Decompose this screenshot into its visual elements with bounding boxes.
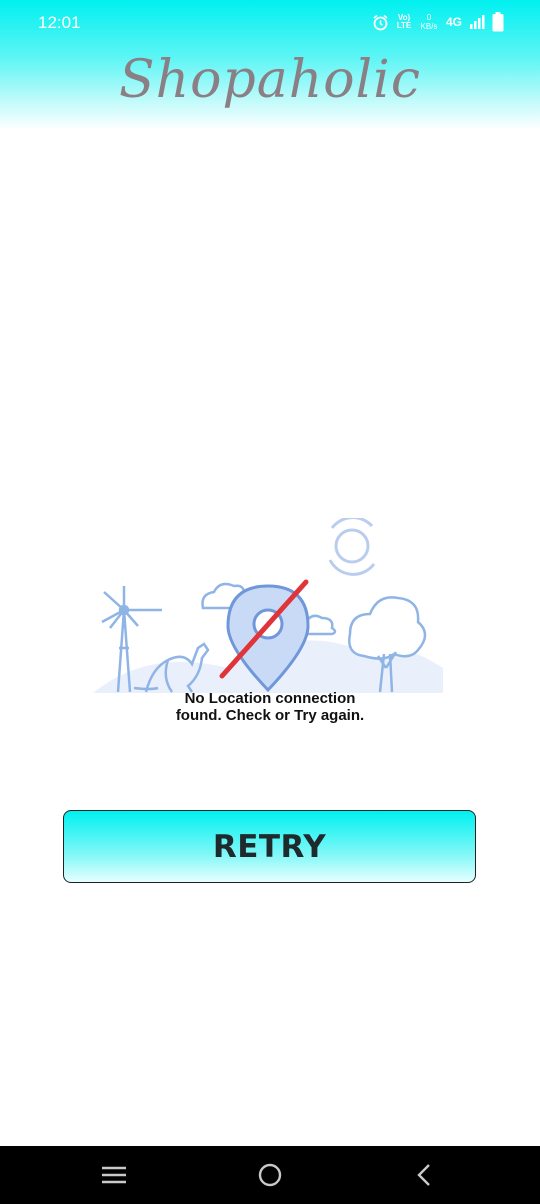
speed-value: 0 <box>426 13 432 22</box>
app-title: Shopaholic <box>119 50 421 110</box>
signal-icon <box>469 14 485 30</box>
retry-button[interactable]: RETRY <box>63 810 476 883</box>
volte-icon: Vo) LTE <box>396 14 412 30</box>
menu-icon <box>102 1166 126 1184</box>
no-location-illustration <box>93 518 443 693</box>
recent-apps-button[interactable] <box>98 1160 130 1190</box>
status-icons: Vo) LTE 0 KB/s 4G <box>372 10 504 34</box>
sun-icon <box>328 518 376 576</box>
status-bar: 12:01 Vo) LTE 0 KB/s 4G <box>0 0 540 44</box>
back-icon <box>417 1164 430 1186</box>
volte-label-bottom: LTE <box>396 21 412 30</box>
retry-label: RETRY <box>212 828 327 865</box>
back-button[interactable] <box>408 1160 440 1190</box>
home-button[interactable] <box>254 1160 286 1190</box>
alarm-icon <box>372 14 389 31</box>
network-speed: 0 KB/s <box>419 13 439 31</box>
battery-icon <box>492 12 504 32</box>
error-message: No Location connection found. Check or T… <box>175 690 365 724</box>
home-icon <box>258 1163 282 1187</box>
speed-unit: KB/s <box>420 22 438 31</box>
network-type: 4G <box>445 15 462 29</box>
status-time: 12:01 <box>38 13 81 32</box>
navigation-bar <box>0 1146 540 1204</box>
